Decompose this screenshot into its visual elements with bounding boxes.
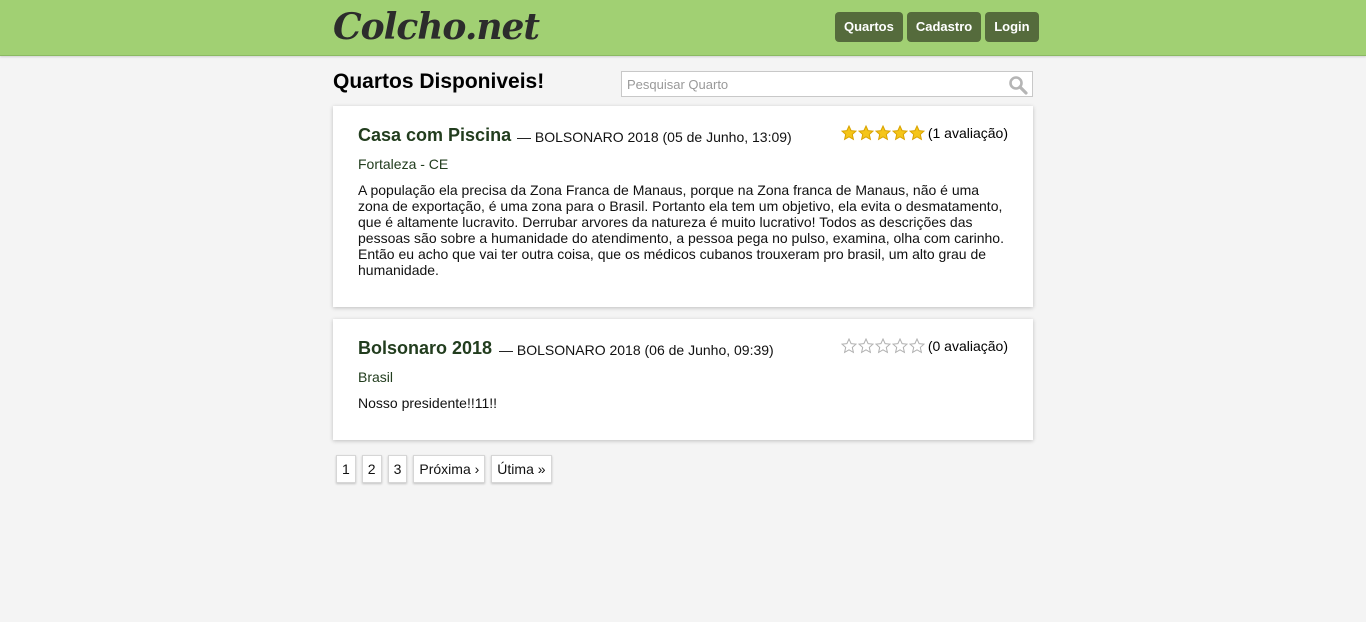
nav-login-button[interactable]: Login: [985, 12, 1039, 42]
room-rating: (0 avaliação): [840, 338, 1008, 354]
room-meta: — BOLSONARO 2018 (06 de Junho, 09:39): [499, 342, 774, 358]
search-input[interactable]: [622, 72, 1002, 96]
site-logo[interactable]: Colcho.net: [333, 6, 540, 48]
star-filled-icon[interactable]: [908, 125, 925, 141]
rating-stars[interactable]: [840, 125, 925, 141]
nav-cadastro-button[interactable]: Cadastro: [906, 12, 982, 42]
star-filled-icon[interactable]: [874, 125, 891, 141]
page-3-link[interactable]: 3: [387, 455, 408, 483]
rating-stars[interactable]: [840, 338, 925, 354]
room-rating: (1 avaliação): [840, 125, 1008, 141]
rating-count: (1 avaliação): [927, 125, 1008, 141]
room-description: A população ela precisa da Zona Franca d…: [358, 182, 1004, 278]
room-location: Brasil: [358, 369, 394, 385]
star-empty-icon[interactable]: [891, 338, 908, 354]
top-bar: Colcho.net Quartos Cadastro Login: [0, 0, 1366, 56]
room-meta: — BOLSONARO 2018 (05 de Junho, 13:09): [517, 129, 792, 145]
pagination: 1 2 3 Próxima › Útima »: [336, 455, 552, 483]
star-filled-icon[interactable]: [857, 125, 874, 141]
star-filled-icon[interactable]: [891, 125, 908, 141]
search-box: [621, 71, 1033, 97]
room-location: Fortaleza - CE: [358, 156, 449, 172]
room-card: Bolsonaro 2018 — BOLSONARO 2018 (06 de J…: [333, 319, 1033, 440]
room-card: Casa com Piscina — BOLSONARO 2018 (05 de…: [333, 106, 1033, 307]
star-empty-icon[interactable]: [908, 338, 925, 354]
page-1-link[interactable]: 1: [336, 455, 356, 483]
page-2-link[interactable]: 2: [361, 455, 382, 483]
star-empty-icon[interactable]: [874, 338, 891, 354]
star-filled-icon[interactable]: [840, 125, 857, 141]
room-title-link[interactable]: Bolsonaro 2018: [358, 338, 492, 359]
search-icon[interactable]: [1008, 75, 1028, 95]
last-page-link[interactable]: Útima »: [491, 455, 552, 483]
page-title: Quartos Disponiveis!: [333, 70, 545, 93]
star-empty-icon[interactable]: [840, 338, 857, 354]
rating-count: (0 avaliação): [927, 338, 1008, 354]
main-nav: Quartos Cadastro Login: [835, 12, 1039, 42]
room-description: Nosso presidente!!11!!: [358, 395, 498, 411]
room-title-link[interactable]: Casa com Piscina: [358, 125, 511, 146]
nav-quartos-button[interactable]: Quartos: [835, 12, 903, 42]
next-page-link[interactable]: Próxima ›: [413, 455, 486, 483]
star-empty-icon[interactable]: [857, 338, 874, 354]
